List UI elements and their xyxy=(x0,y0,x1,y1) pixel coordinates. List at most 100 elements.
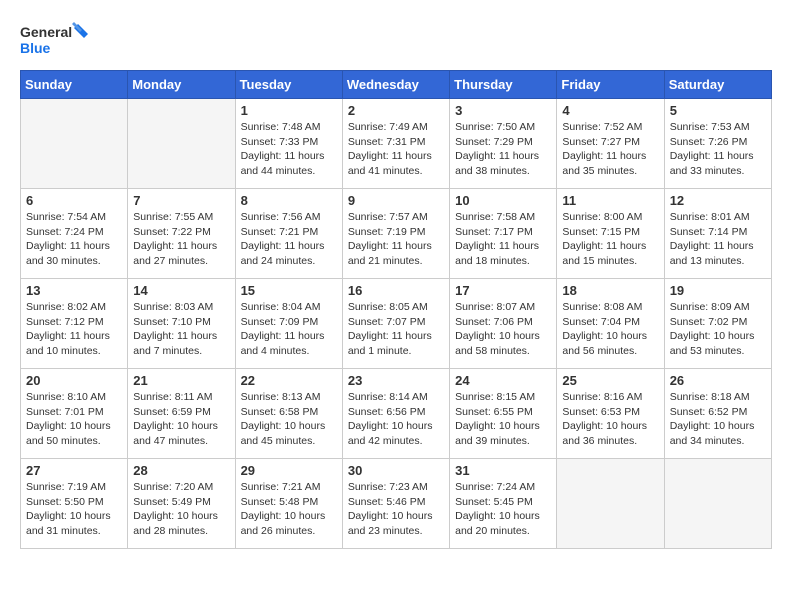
day-cell: 5 Sunrise: 7:53 AM Sunset: 7:26 PM Daylight… xyxy=(664,99,771,189)
day-info: Sunrise: 7:19 AMSunset: 5:50 PMDaylight:… xyxy=(26,480,122,539)
sunrise: Sunrise: 8:08 AM xyxy=(562,301,642,313)
day-number: 31 xyxy=(455,463,551,478)
sunset: Sunset: 7:26 PM xyxy=(670,136,748,148)
day-cell: 23Sunrise: 8:14 AMSunset: 6:56 PMDayligh… xyxy=(342,369,449,459)
sunset: Sunset: 6:59 PM xyxy=(133,406,211,418)
sunset: Sunset: 6:55 PM xyxy=(455,406,533,418)
day-cell: 17Sunrise: 8:07 AMSunset: 7:06 PMDayligh… xyxy=(450,279,557,369)
daylight: Daylight: 10 hours and 23 minutes. xyxy=(348,510,433,537)
sunset: Sunset: 7:14 PM xyxy=(670,226,748,238)
daylight: Daylight: 11 hours and 30 minutes. xyxy=(26,240,110,267)
day-number: 3 xyxy=(455,103,551,118)
sunset: Sunset: 5:49 PM xyxy=(133,496,211,508)
sunrise: Sunrise: 8:16 AM xyxy=(562,391,642,403)
sunrise: Sunrise: 7:24 AM xyxy=(455,481,535,493)
day-number: 21 xyxy=(133,373,229,388)
day-cell: 6Sunrise: 7:54 AMSunset: 7:24 PMDaylight… xyxy=(21,189,128,279)
day-info: Sunrise: 7:57 AMSunset: 7:19 PMDaylight:… xyxy=(348,210,444,269)
daylight: Daylight: 10 hours and 42 minutes. xyxy=(348,420,433,447)
day-cell: 4Sunrise: 7:52 AMSunset: 7:27 PMDaylight… xyxy=(557,99,664,189)
daylight: Daylight: 10 hours and 36 minutes. xyxy=(562,420,647,447)
day-info: Sunrise: 7:50 AMSunset: 7:29 PMDaylight:… xyxy=(455,120,551,179)
day-cell: 11Sunrise: 8:00 AMSunset: 7:15 PMDayligh… xyxy=(557,189,664,279)
sunset: Sunset: 7:31 PM xyxy=(348,136,426,148)
sunrise: Sunrise: 8:14 AM xyxy=(348,391,428,403)
sunset: Sunset: 5:45 PM xyxy=(455,496,533,508)
sunrise: Sunrise: 8:01 AM xyxy=(670,211,750,223)
sunrise: Sunrise: 7:50 AM xyxy=(455,121,535,133)
sunrise: Sunrise: 7:19 AM xyxy=(26,481,106,493)
day-number: 5 xyxy=(670,103,766,118)
day-number: 7 xyxy=(133,193,229,208)
day-cell: 21 Sunrise: 8:11 AM Sunset: 6:59 PM Dayligh… xyxy=(128,369,235,459)
sunrise: Sunrise: 7:58 AM xyxy=(455,211,535,223)
sunset: Sunset: 7:24 PM xyxy=(26,226,104,238)
sunset: Sunset: 6:56 PM xyxy=(348,406,426,418)
day-cell: 28Sunrise: 7:20 AMSunset: 5:49 PMDayligh… xyxy=(128,459,235,549)
daylight: Daylight: 10 hours and 45 minutes. xyxy=(241,420,326,447)
sunrise: Sunrise: 8:11 AM xyxy=(133,391,212,403)
daylight: Daylight: 11 hours and 41 minutes. xyxy=(348,150,432,177)
day-number: 14 xyxy=(133,283,229,298)
day-cell xyxy=(128,99,235,189)
column-header-saturday: Saturday xyxy=(664,71,771,99)
daylight: Daylight: 10 hours and 47 minutes. xyxy=(133,420,218,447)
day-info: Sunrise: 8:16 AM Sunset: 6:53 PM Daylight:… xyxy=(562,390,658,449)
day-cell: 31Sunrise: 7:24 AMSunset: 5:45 PMDayligh… xyxy=(450,459,557,549)
column-header-tuesday: Tuesday xyxy=(235,71,342,99)
sunset: Sunset: 7:33 PM xyxy=(241,136,319,148)
sunset: Sunset: 7:17 PM xyxy=(455,226,533,238)
day-cell: 15Sunrise: 8:04 AMSunset: 7:09 PMDayligh… xyxy=(235,279,342,369)
day-info: Sunrise: 7:21 AMSunset: 5:48 PMDaylight:… xyxy=(241,480,337,539)
day-info: Sunrise: 7:20 AMSunset: 5:49 PMDaylight:… xyxy=(133,480,229,539)
column-header-sunday: Sunday xyxy=(21,71,128,99)
day-info: Sunrise: 7:49 AMSunset: 7:31 PMDaylight:… xyxy=(348,120,444,179)
day-number: 20 xyxy=(26,373,122,388)
week-row-1: 1Sunrise: 7:48 AMSunset: 7:33 PMDaylight… xyxy=(21,99,772,189)
day-number: 18 xyxy=(562,283,658,298)
day-number: 27 xyxy=(26,463,122,478)
daylight: Daylight: 11 hours and 21 minutes. xyxy=(348,240,432,267)
day-info: Sunrise: 7:52 AMSunset: 7:27 PMDaylight:… xyxy=(562,120,658,179)
sunset: Sunset: 7:01 PM xyxy=(26,406,104,418)
svg-text:General: General xyxy=(20,24,72,40)
sunset: Sunset: 7:02 PM xyxy=(670,316,748,328)
day-info: Sunrise: 8:13 AMSunset: 6:58 PMDaylight:… xyxy=(241,390,337,449)
day-info: Sunrise: 8:10 AM Sunset: 7:01 PM Daylight:… xyxy=(26,390,122,449)
day-cell: 16Sunrise: 8:05 AMSunset: 7:07 PMDayligh… xyxy=(342,279,449,369)
sunrise: Sunrise: 8:15 AM xyxy=(455,391,535,403)
daylight: Daylight: 10 hours and 50 minutes. xyxy=(26,420,111,447)
sunrise: Sunrise: 7:55 AM xyxy=(133,211,213,223)
sunset: Sunset: 7:04 PM xyxy=(562,316,640,328)
day-info: Sunrise: 7:48 AMSunset: 7:33 PMDaylight:… xyxy=(241,120,337,179)
day-cell xyxy=(557,459,664,549)
sunset: Sunset: 5:46 PM xyxy=(348,496,426,508)
daylight: Daylight: 11 hours and 13 minutes. xyxy=(670,240,754,267)
week-row-2: 6Sunrise: 7:54 AMSunset: 7:24 PMDaylight… xyxy=(21,189,772,279)
sunset: Sunset: 7:09 PM xyxy=(241,316,319,328)
day-info: Sunrise: 7:24 AMSunset: 5:45 PMDaylight:… xyxy=(455,480,551,539)
daylight: Daylight: 10 hours and 26 minutes. xyxy=(241,510,326,537)
day-info: Sunrise: 8:09 AMSunset: 7:02 PMDaylight:… xyxy=(670,300,766,359)
day-cell: 22Sunrise: 8:13 AMSunset: 6:58 PMDayligh… xyxy=(235,369,342,459)
day-cell: 1Sunrise: 7:48 AMSunset: 7:33 PMDaylight… xyxy=(235,99,342,189)
sunset: Sunset: 7:22 PM xyxy=(133,226,211,238)
daylight: Daylight: 10 hours and 31 minutes. xyxy=(26,510,111,537)
sunrise: Sunrise: 8:03 AM xyxy=(133,301,213,313)
sunrise: Sunrise: 7:48 AM xyxy=(241,121,321,133)
sunrise: Sunrise: 8:10 AM xyxy=(26,391,106,403)
page-header: GeneralBlue xyxy=(20,20,772,60)
daylight: Daylight: 10 hours and 39 minutes. xyxy=(455,420,540,447)
sunset: Sunset: 6:53 PM xyxy=(562,406,640,418)
daylight: Daylight: 10 hours and 34 minutes. xyxy=(670,420,755,447)
day-number: 19 xyxy=(670,283,766,298)
sunrise: Sunrise: 7:53 AM xyxy=(670,121,750,133)
day-info: Sunrise: 7:23 AM Sunset: 5:46 PM Daylight:… xyxy=(348,480,444,539)
daylight: Daylight: 10 hours and 56 minutes. xyxy=(562,330,647,357)
daylight: Daylight: 11 hours and 7 minutes. xyxy=(133,330,217,357)
daylight: Daylight: 11 hours and 33 minutes. xyxy=(670,150,754,177)
day-info: Sunrise: 8:14 AM Sunset: 6:56 PM Daylight:… xyxy=(348,390,444,449)
sunrise: Sunrise: 7:23 AM xyxy=(348,481,428,493)
sunset: Sunset: 7:10 PM xyxy=(133,316,211,328)
column-header-thursday: Thursday xyxy=(450,71,557,99)
